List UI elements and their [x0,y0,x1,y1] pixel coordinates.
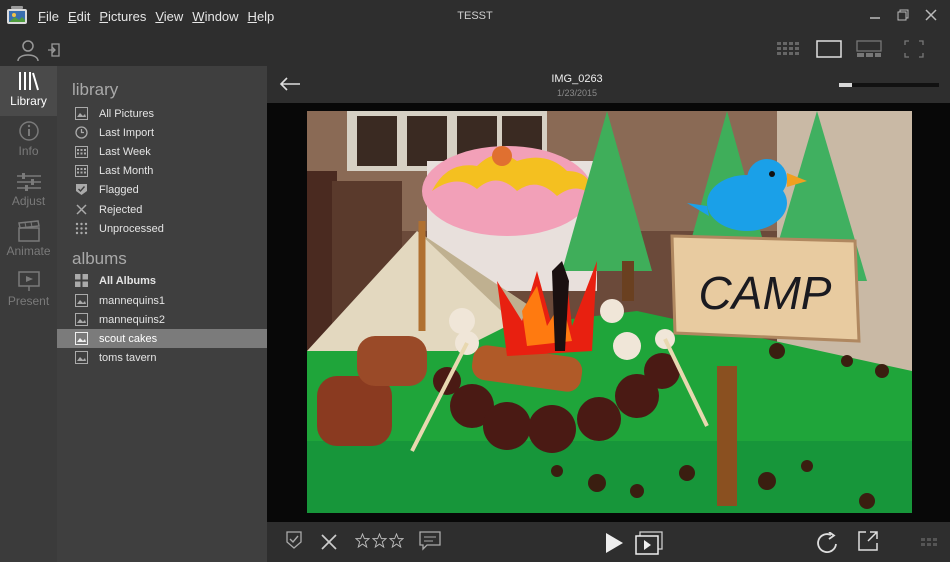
sidebar-item-label: Last Week [99,145,151,158]
sidebar-item-label: toms tavern [99,351,157,364]
grip-icon[interactable] [921,538,939,548]
menu-help[interactable]: Help [248,9,275,24]
sidebar: library All Pictures Last Import Last We… [57,66,267,562]
reject-icon [75,203,88,216]
rail-label: Info [18,144,39,158]
viewer-header: IMG_0263 1/23/2015 [267,66,950,103]
play-icon[interactable] [604,532,624,554]
sign-out-icon[interactable] [47,42,61,58]
photo-camp-cake[interactable]: CAMP [307,111,912,513]
comment-icon[interactable] [419,531,441,551]
menu-window[interactable]: Window [192,9,238,24]
sidebar-item-label: All Pictures [99,107,155,120]
sidebar-item-album[interactable]: mannequins1 [57,291,267,310]
sign-text: CAMP [699,267,832,319]
rotate-icon[interactable] [816,532,840,554]
flag-icon [75,183,88,196]
zoom-slider-fill [839,83,852,87]
present-icon [17,271,40,291]
close-icon[interactable] [924,8,938,22]
menu-view[interactable]: View [155,9,183,24]
rail-item-present[interactable]: Present [0,266,57,316]
sidebar-item-label: mannequins1 [99,294,166,307]
rail-label: Animate [6,244,51,258]
sidebar-item-last-import[interactable]: Last Import [57,123,267,142]
image-canvas: CAMP [267,103,950,522]
grid-view-icon[interactable] [776,41,802,57]
album-icon [75,351,88,364]
nav-rail: Library Info Adjust Animate Present [0,66,57,562]
sidebar-item-label: Flagged [99,183,139,196]
album-icon [75,313,88,326]
star-rating[interactable] [355,533,404,548]
flag-check-icon[interactable] [286,531,302,549]
menu-bar: File Edit Pictures View Window Help [38,9,274,24]
sidebar-item-label: Unprocessed [99,222,164,235]
sidebar-item-flagged[interactable]: Flagged [57,180,267,199]
calendar-icon [75,145,88,158]
adjust-icon [16,173,41,191]
star-icon[interactable] [372,533,387,548]
sidebar-item-all-albums[interactable]: All Albums [57,271,267,290]
minimize-icon[interactable] [868,8,882,22]
sidebar-item-unprocessed[interactable]: Unprocessed [57,219,267,238]
album-icon [75,332,88,345]
sidebar-item-label: Rejected [99,203,143,216]
rail-item-library[interactable]: Library [0,66,57,116]
info-icon [18,121,39,141]
library-section-title: library [72,80,119,99]
clock-icon [75,126,88,139]
slideshow-icon[interactable] [635,531,663,555]
sidebar-item-album[interactable]: mannequins2 [57,310,267,329]
rail-label: Library [10,94,47,108]
user-icon[interactable] [16,38,40,62]
sidebar-item-label: Last Month [99,164,154,177]
rail-label: Present [7,294,50,308]
star-icon[interactable] [355,533,370,548]
albums-icon [75,274,88,287]
menu-edit[interactable]: Edit [68,9,90,24]
image-date: 1/23/2015 [556,88,598,98]
dots-icon [75,222,88,235]
app-photos-icon [7,6,27,24]
sidebar-item-last-month[interactable]: Last Month [57,161,267,180]
viewer-pane: IMG_0263 1/23/2015 CAMP [267,66,950,562]
calendar-icon [75,164,88,177]
fullscreen-icon[interactable] [904,40,924,58]
sidebar-item-rejected[interactable]: Rejected [57,200,267,219]
viewer-toolbar [267,522,950,562]
share-export-icon[interactable] [857,530,879,552]
account-bar [0,34,950,66]
star-icon[interactable] [389,533,404,548]
pictures-icon [75,107,88,120]
reject-icon[interactable] [320,533,338,551]
sidebar-item-last-week[interactable]: Last Week [57,142,267,161]
image-name: IMG_0263 [551,73,603,85]
title-bar: File Edit Pictures View Window Help TESS… [0,0,950,34]
restore-icon[interactable] [896,8,910,22]
rail-label: Adjust [11,194,46,208]
sidebar-item-album-selected[interactable]: scout cakes [57,329,267,348]
animate-icon [17,220,40,242]
sidebar-item-album[interactable]: toms tavern [57,348,267,367]
single-view-icon[interactable] [816,40,842,58]
sidebar-item-all-pictures[interactable]: All Pictures [57,104,267,123]
sidebar-item-label: scout cakes [99,332,158,345]
sidebar-item-label: Last Import [99,126,155,139]
filmstrip-view-icon[interactable] [856,40,882,58]
menu-pictures[interactable]: Pictures [99,9,146,24]
zoom-slider[interactable] [839,83,939,87]
rail-item-info[interactable]: Info [0,116,57,166]
menu-file[interactable]: File [38,9,59,24]
album-icon [75,294,88,307]
albums-section-title: albums [72,249,127,268]
rail-item-animate[interactable]: Animate [0,216,57,266]
rail-item-adjust[interactable]: Adjust [0,166,57,216]
library-icon [18,72,39,91]
sidebar-item-label: mannequins2 [99,313,166,326]
sidebar-item-label: All Albums [99,274,157,287]
